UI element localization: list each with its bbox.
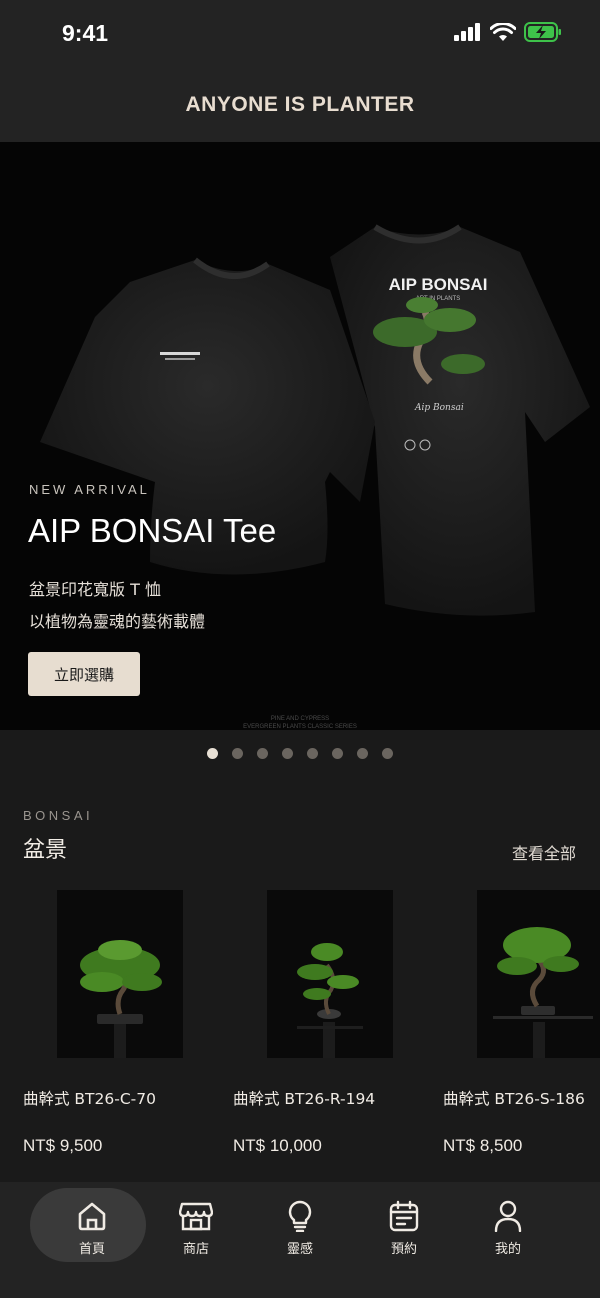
carousel-pagination (0, 748, 600, 759)
app-title: ANYONE IS PLANTER (185, 93, 415, 116)
nav-label-profile: 我的 (494, 1242, 521, 1257)
carousel-dot[interactable] (332, 748, 343, 759)
product-image (477, 890, 600, 1058)
calendar-icon (389, 1200, 419, 1232)
shirt-signature: Aip Bonsai (414, 403, 464, 413)
home-icon (78, 1202, 106, 1231)
carousel-dot[interactable] (232, 748, 243, 759)
product-price: NT$ 10,000 (233, 1136, 322, 1155)
carousel-dot[interactable] (382, 748, 393, 759)
status-time: 9:41 (62, 20, 109, 46)
carousel-dot[interactable] (257, 748, 268, 759)
section-eyebrow: BONSAI (23, 808, 94, 823)
lightbulb-icon (288, 1200, 312, 1232)
product-image (57, 890, 183, 1058)
front-chest-print (160, 352, 200, 355)
hero-banner[interactable]: AIP BONSAI ART IN PLANTS Aip Bonsai PINE… (0, 142, 600, 730)
shirt-print-title: AIP BONSAI (389, 275, 488, 294)
nav-item-inspiration[interactable]: 靈感 (248, 1182, 352, 1282)
view-all-link[interactable]: 查看全部 (512, 840, 576, 864)
hero-foot-line1: PINE AND CYPRESS (271, 716, 329, 722)
nav-label-inspiration: 靈感 (286, 1242, 313, 1257)
nav-label-booking: 預約 (390, 1242, 417, 1257)
product-name: 曲幹式 BT26-R-194 (233, 1090, 376, 1108)
nav-item-store[interactable]: 商店 (144, 1182, 248, 1282)
shop-now-button[interactable]: 立即選購 (28, 652, 140, 696)
nav-item-home[interactable]: 首頁 (30, 1182, 146, 1282)
carousel-dot[interactable] (307, 748, 318, 759)
cellular-signal-icon (454, 23, 480, 41)
hero-title: AIP BONSAI Tee (28, 512, 277, 549)
product-name: 曲幹式 BT26-C-70 (23, 1090, 156, 1108)
app-header: ANYONE IS PLANTER (0, 68, 600, 142)
hero-eyebrow: NEW ARRIVAL (29, 482, 150, 497)
status-icons (454, 22, 562, 42)
store-icon (179, 1202, 213, 1231)
hero-tshirt-image: AIP BONSAI ART IN PLANTS Aip Bonsai PINE… (40, 224, 590, 730)
wifi-icon (490, 22, 516, 41)
user-icon (494, 1200, 522, 1232)
carousel-dot[interactable] (207, 748, 218, 759)
product-price: NT$ 8,500 (443, 1136, 523, 1155)
product-image (267, 890, 393, 1058)
section-title: 盆景 (23, 838, 68, 863)
product-price: NT$ 9,500 (23, 1136, 103, 1155)
bottom-nav: 首頁 商店 靈感 預約 我的 (0, 1182, 600, 1298)
status-bar: 9:41 (0, 0, 600, 68)
product-name: 曲幹式 BT26-S-186 (443, 1090, 585, 1108)
product-carousel[interactable]: 曲幹式 BT26-C-70 NT$ 9,500 曲幹式 BT26-R-194 N… (0, 890, 600, 1180)
carousel-dot[interactable] (282, 748, 293, 759)
battery-charging-icon (524, 22, 561, 42)
nav-label-home: 首頁 (78, 1242, 105, 1257)
hero-subtitle-line1: 盆景印花寬版 T 恤 (29, 580, 161, 599)
carousel-dot[interactable] (357, 748, 368, 759)
nav-item-booking[interactable]: 預約 (352, 1182, 456, 1282)
nav-item-profile[interactable]: 我的 (456, 1182, 560, 1282)
hero-subtitle-line2: 以植物為靈魂的藝術載體 (29, 612, 206, 631)
nav-label-store: 商店 (182, 1242, 209, 1257)
hero-foot-line2: EVERGREEN PLANTS CLASSIC SERIES (243, 724, 357, 730)
